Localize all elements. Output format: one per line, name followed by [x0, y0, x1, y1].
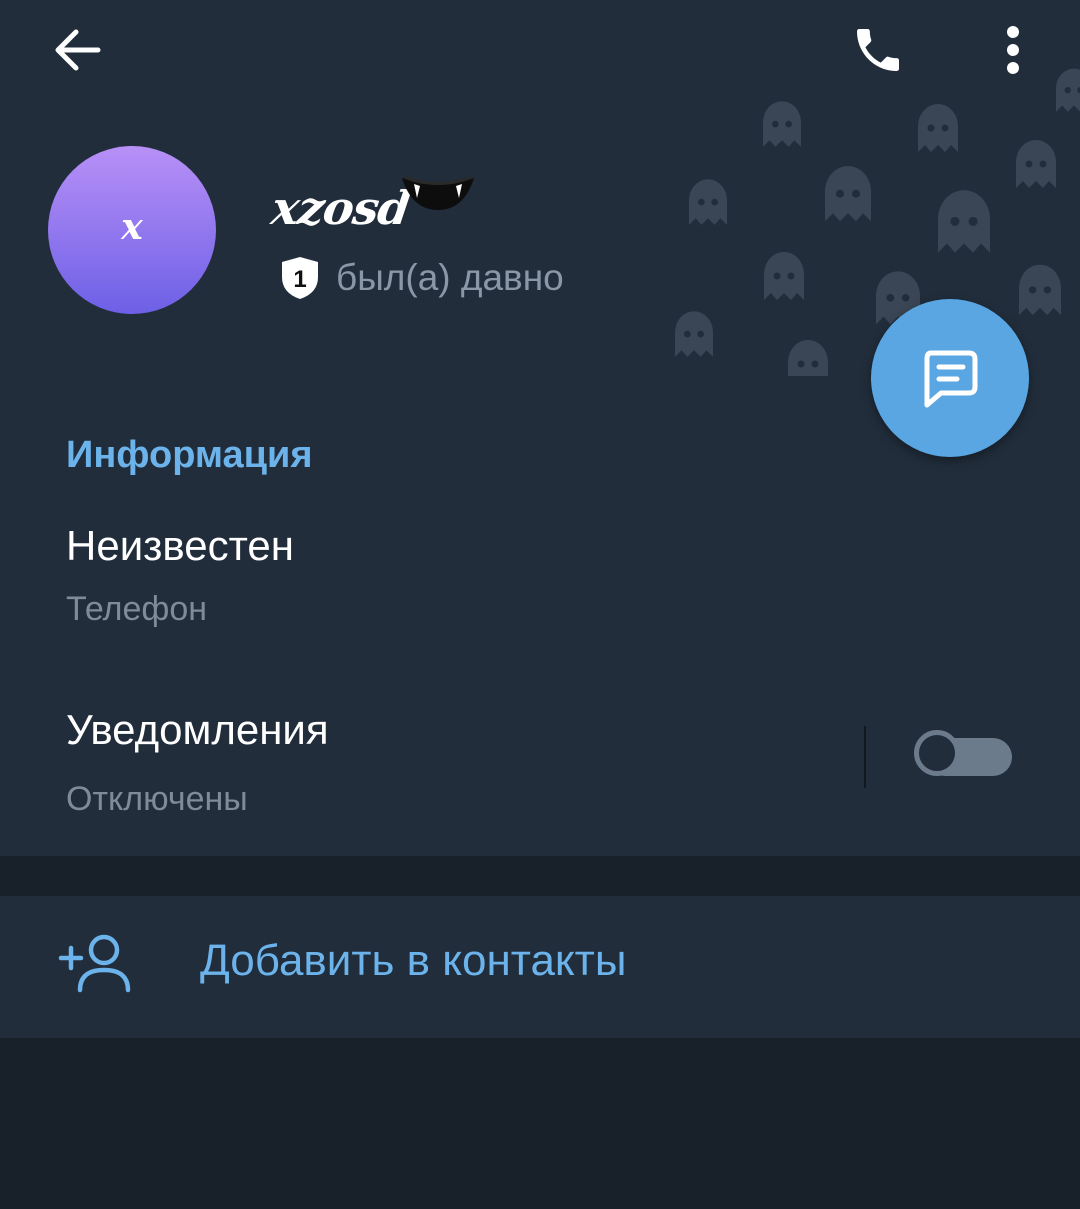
avatar-letter: x — [121, 206, 143, 248]
message-icon — [924, 350, 978, 408]
vertical-divider — [864, 726, 866, 788]
add-contact-row[interactable]: Добавить в контакты — [0, 896, 1080, 1038]
more-options-button[interactable] — [984, 14, 1042, 86]
call-button[interactable] — [838, 14, 918, 86]
avatar[interactable]: x — [48, 146, 216, 314]
status-badge-number: 1 — [293, 266, 306, 293]
phone-label: Телефон — [66, 590, 208, 628]
toggle-knob — [914, 730, 960, 776]
last-seen-status: был(а) давно — [336, 257, 564, 298]
notifications-status: Отключены — [66, 780, 248, 818]
notifications-toggle[interactable] — [914, 728, 1012, 784]
fangs-emoji-icon — [402, 175, 474, 210]
phone-value[interactable]: Неизвестен — [66, 522, 294, 570]
more-vertical-icon — [1007, 26, 1019, 74]
add-user-icon — [58, 934, 131, 993]
phone-icon — [857, 29, 899, 71]
add-contact-label: Добавить в контакты — [200, 936, 627, 985]
arrow-left-icon — [55, 29, 101, 71]
info-section-title: Информация — [66, 434, 313, 476]
notifications-title[interactable]: Уведомления — [66, 706, 329, 754]
profile-name: xzosd — [268, 181, 414, 235]
send-message-button[interactable] — [871, 299, 1029, 457]
shield-badge-icon: 1 — [282, 257, 318, 299]
back-button[interactable] — [40, 14, 116, 86]
status-row: 1 был(а) давно — [278, 254, 564, 302]
